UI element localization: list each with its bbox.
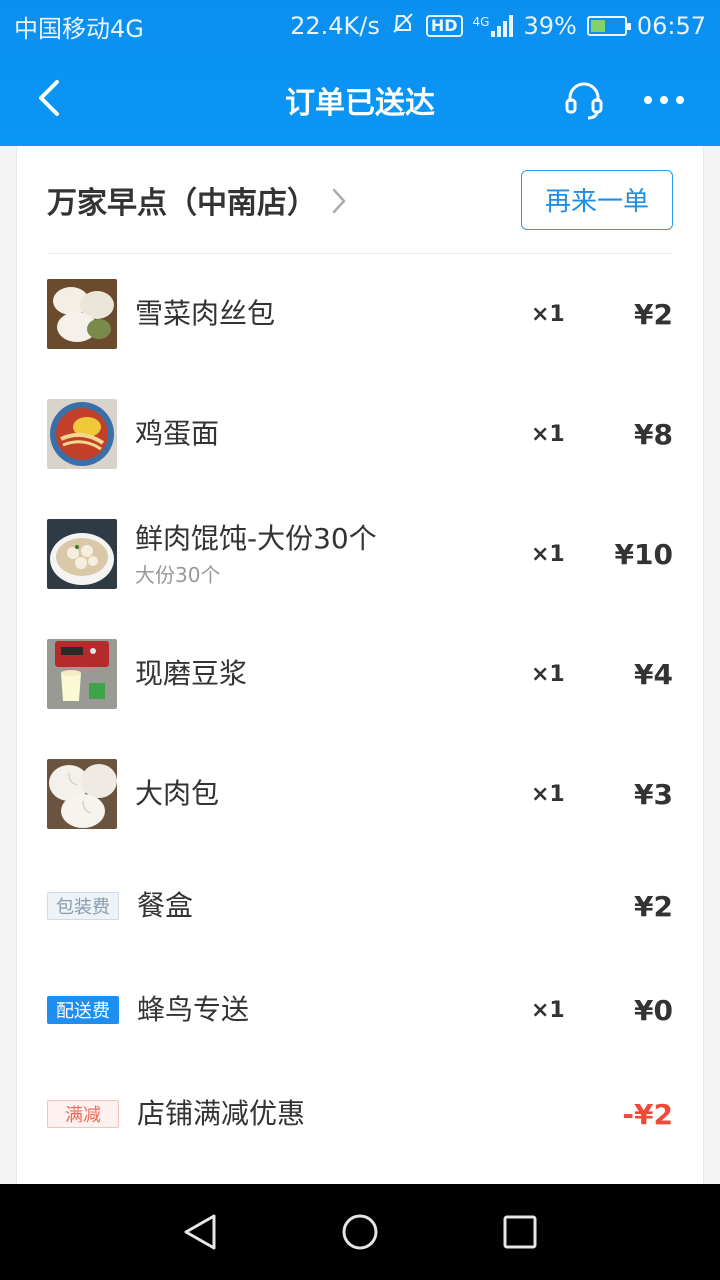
food-image <box>47 519 117 589</box>
page-title: 订单已送达 <box>285 86 435 121</box>
top-bar: 中国移动4G 22.4K/s HD 4G 39% 06:57 订单已送达 <box>0 0 720 146</box>
list-item: 鸡蛋面 ×1 ¥8 <box>47 398 673 470</box>
status-bar: 中国移动4G 22.4K/s HD 4G 39% 06:57 <box>0 0 720 52</box>
mute-icon <box>390 10 416 42</box>
fee-tag: 满减 <box>47 1100 119 1128</box>
item-names: 鸡蛋面 <box>135 416 673 452</box>
fee-qty: ×1 <box>531 997 565 1023</box>
item-price: ¥4 <box>634 657 673 691</box>
item-price: ¥10 <box>614 537 673 571</box>
fee-tag: 包装费 <box>47 892 119 920</box>
item-price: ¥2 <box>634 297 673 331</box>
system-nav-bar <box>0 1184 720 1280</box>
fee-names: 蜂鸟专送 <box>137 992 673 1028</box>
fee-name: 蜂鸟专送 <box>137 993 250 1026</box>
fee-name: 店铺满减优惠 <box>137 1097 306 1130</box>
item-qty: ×1 <box>531 661 565 687</box>
fee-row-packaging: 包装费 餐盒 ¥2 <box>47 870 673 942</box>
item-names: 大肉包 <box>135 776 673 812</box>
fee-price: ¥2 <box>634 889 673 923</box>
battery-icon <box>586 16 631 36</box>
discount-price: -¥2 <box>622 1097 673 1131</box>
fee-row-delivery: 配送费 蜂鸟专送 ×1 ¥0 <box>47 974 673 1046</box>
item-qty: ×1 <box>531 541 565 567</box>
fee-row-discount: 满减 店铺满减优惠 -¥2 <box>47 1078 673 1150</box>
fee-names: 餐盒 <box>137 888 673 924</box>
list-item: 大肉包 ×1 ¥3 <box>47 758 673 830</box>
square-recent-icon <box>503 1215 537 1249</box>
fee-name: 餐盒 <box>137 889 194 922</box>
item-name: 大肉包 <box>135 777 220 810</box>
chevron-right-icon[interactable] <box>331 187 347 215</box>
reorder-button[interactable]: 再来一单 <box>521 169 673 230</box>
item-name: 鲜肉馄饨-大份30个 <box>135 521 377 555</box>
status-right: 22.4K/s HD 4G 39% 06:57 <box>290 10 706 42</box>
food-image <box>47 639 117 709</box>
network-speed: 22.4K/s <box>290 12 380 40</box>
item-name: 雪菜肉丝包 <box>135 297 276 330</box>
battery-percent: 39% <box>523 12 577 40</box>
shop-name[interactable]: 万家早点（中南店） <box>47 178 317 222</box>
item-spec: 大份30个 <box>135 562 221 587</box>
shop-row: 万家早点（中南店） 再来一单 <box>47 146 673 254</box>
fee-tag: 配送费 <box>47 996 119 1024</box>
item-qty: ×1 <box>531 301 565 327</box>
item-price: ¥8 <box>634 417 673 451</box>
signal-icon: 4G <box>473 15 514 37</box>
list-item: 鲜肉馄饨-大份30个 大份30个 ×1 ¥10 <box>47 518 673 590</box>
nav-back-button[interactable] <box>180 1212 220 1252</box>
nav-recent-button[interactable] <box>500 1212 540 1252</box>
item-name: 现磨豆浆 <box>135 657 248 690</box>
item-names: 鲜肉馄饨-大份30个 大份30个 <box>135 521 673 588</box>
customer-service-button[interactable] <box>560 76 608 124</box>
more-dots-icon <box>644 96 684 104</box>
fee-price: ¥0 <box>634 993 673 1027</box>
network-type: 4G <box>472 15 490 29</box>
item-name: 鸡蛋面 <box>135 417 220 450</box>
item-names: 雪菜肉丝包 <box>135 296 673 332</box>
nav-bar: 订单已送达 <box>0 52 720 146</box>
circle-home-icon <box>342 1214 378 1250</box>
nav-home-button[interactable] <box>340 1212 380 1252</box>
fee-names: 店铺满减优惠 <box>137 1096 673 1132</box>
item-qty: ×1 <box>531 781 565 807</box>
item-price: ¥3 <box>634 777 673 811</box>
more-button[interactable] <box>636 76 692 124</box>
carrier-label: 中国移动4G <box>14 14 144 43</box>
order-card: 万家早点（中南店） 再来一单 雪菜肉丝包 ×1 ¥2 鸡蛋面 ×1 ¥8 鲜肉馄… <box>16 146 704 1186</box>
list-item: 现磨豆浆 ×1 ¥4 <box>47 638 673 710</box>
item-names: 现磨豆浆 <box>135 656 673 692</box>
headset-icon <box>565 82 603 120</box>
hd-badge: HD <box>425 15 463 37</box>
clock: 06:57 <box>636 12 706 40</box>
food-image <box>47 279 117 349</box>
food-image <box>47 759 117 829</box>
list-item: 雪菜肉丝包 ×1 ¥2 <box>47 278 673 350</box>
item-qty: ×1 <box>531 421 565 447</box>
triangle-back-icon <box>184 1214 216 1250</box>
food-image <box>47 399 117 469</box>
